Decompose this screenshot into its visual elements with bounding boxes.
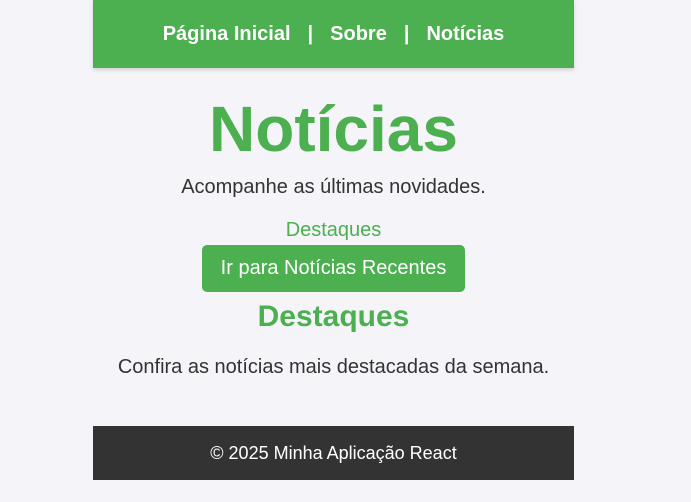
nav-link-home[interactable]: Página Inicial [163, 23, 291, 46]
page-title: Notícias [209, 93, 458, 165]
recent-news-button[interactable]: Ir para Notícias Recentes [201, 245, 466, 292]
highlights-link[interactable]: Destaques [93, 218, 574, 242]
nav-link-news[interactable]: Notícias [426, 23, 504, 46]
nav-link-about[interactable]: Sobre [330, 23, 387, 46]
navbar: Página Inicial | Sobre | Notícias [93, 0, 574, 68]
nav-separator: | [307, 22, 314, 45]
footer: © 2025 Minha Aplicação React [93, 426, 574, 480]
section-text: Confira as notícias mais destacadas da s… [117, 356, 550, 378]
app-root: Página Inicial | Sobre | Notícias Notíci… [0, 0, 691, 502]
nav-separator: | [403, 22, 410, 45]
page-subtitle: Acompanhe as últimas novidades. [181, 176, 486, 198]
main-content: Notícias Acompanhe as últimas novidades.… [93, 68, 574, 381]
footer-text: © 2025 Minha Aplicação React [210, 442, 457, 463]
section-title: Destaques [257, 300, 410, 333]
